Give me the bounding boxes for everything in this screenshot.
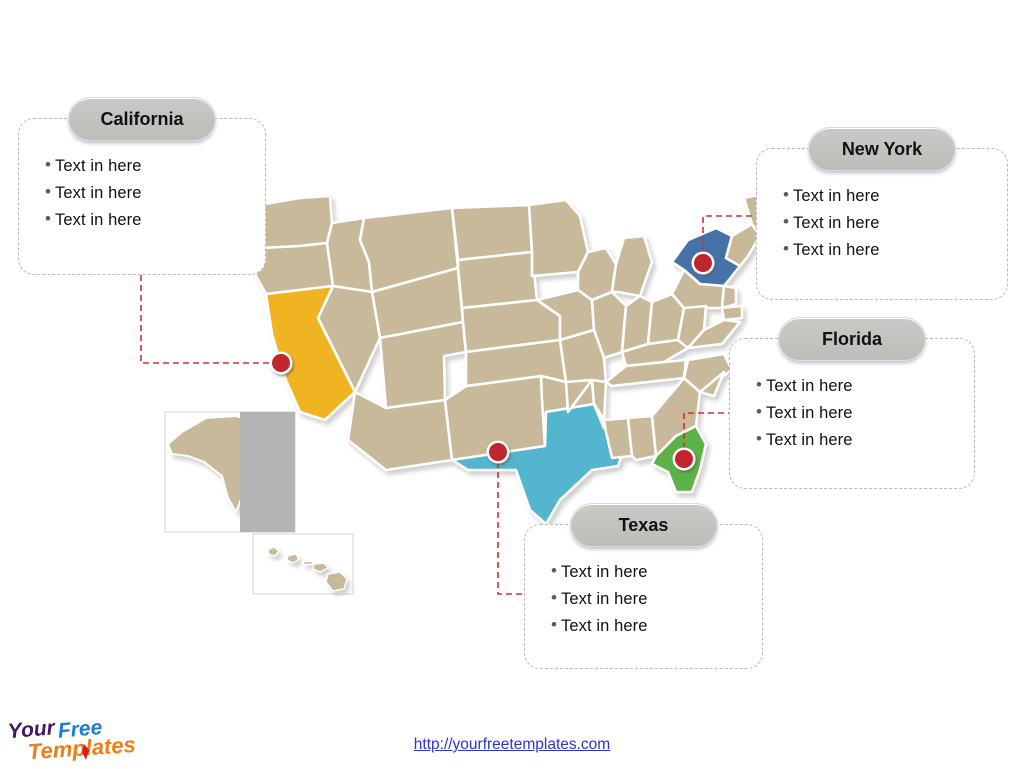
bullet-icon: •	[783, 212, 789, 231]
list-item[interactable]: • Text in here	[756, 375, 964, 404]
bullet-text: Text in here	[766, 377, 853, 395]
bullet-icon: •	[45, 182, 51, 201]
bullet-text: Text in here	[561, 617, 648, 635]
bullet-text: Text in here	[561, 590, 648, 608]
site-url-link[interactable]: http://yourfreetemplates.com	[0, 736, 1024, 754]
callout-body-florida: • Text in here • Text in here • Text in …	[756, 375, 964, 458]
bullet-text: Text in here	[766, 404, 853, 422]
alaska-gray-overlay	[240, 412, 295, 532]
bullet-icon: •	[45, 209, 51, 228]
list-item[interactable]: • Text in here	[551, 588, 752, 617]
marker-newyork[interactable]	[691, 251, 715, 275]
state-northdakota	[450, 203, 534, 262]
slide-canvas: California • Text in here • Text in here…	[0, 0, 1024, 768]
alaska-inset	[164, 411, 296, 533]
callout-new-york[interactable]: New York • Text in here • Text in here •…	[756, 127, 1008, 300]
marker-texas[interactable]	[486, 440, 510, 464]
bullet-text: Text in here	[55, 157, 142, 175]
callout-body-california: • Text in here • Text in here • Text in …	[45, 155, 255, 238]
callout-body-new-york: • Text in here • Text in here • Text in …	[783, 185, 997, 268]
callout-title-texas[interactable]: Texas	[569, 503, 718, 547]
bullet-icon: •	[756, 375, 762, 394]
bullet-text: Text in here	[55, 211, 142, 229]
list-item[interactable]: • Text in here	[45, 182, 255, 211]
list-item[interactable]: • Text in here	[551, 561, 752, 590]
bullet-icon: •	[45, 155, 51, 174]
bullet-icon: •	[756, 402, 762, 421]
list-item[interactable]: • Text in here	[783, 185, 997, 214]
state-tennessee	[604, 358, 688, 388]
bullet-icon: •	[551, 615, 557, 634]
hawaii-inset	[252, 533, 354, 595]
callout-title-new-york[interactable]: New York	[808, 127, 956, 171]
marker-california[interactable]	[269, 351, 293, 375]
state-michigan	[610, 234, 654, 298]
list-item[interactable]: • Text in here	[756, 429, 964, 458]
bullet-icon: •	[551, 561, 557, 580]
bullet-icon: •	[783, 239, 789, 258]
hawaii-molokai	[302, 560, 314, 566]
marker-florida[interactable]	[672, 447, 696, 471]
callout-body-texas: • Text in here • Text in here • Text in …	[551, 561, 752, 644]
list-item[interactable]: • Text in here	[551, 615, 752, 644]
bullet-text: Text in here	[793, 187, 880, 205]
bullet-icon: •	[551, 588, 557, 607]
list-item[interactable]: • Text in here	[756, 402, 964, 431]
callout-florida[interactable]: Florida • Text in here • Text in here • …	[729, 317, 975, 489]
list-item[interactable]: • Text in here	[45, 209, 255, 238]
list-item[interactable]: • Text in here	[783, 212, 997, 241]
state-southdakota	[456, 250, 539, 310]
callout-california[interactable]: California • Text in here • Text in here…	[18, 97, 266, 275]
bullet-icon: •	[783, 185, 789, 204]
bullet-text: Text in here	[55, 184, 142, 202]
connector-california	[140, 275, 281, 364]
bullet-text: Text in here	[793, 214, 880, 232]
list-item[interactable]: • Text in here	[45, 155, 255, 184]
bullet-text: Text in here	[793, 241, 880, 259]
callout-title-california[interactable]: California	[68, 97, 216, 141]
contiguous-states-group	[246, 192, 774, 526]
list-item[interactable]: • Text in here	[783, 239, 997, 268]
bullet-icon: •	[756, 429, 762, 448]
callout-title-florida[interactable]: Florida	[778, 317, 926, 361]
state-minnesota	[527, 198, 590, 278]
bullet-text: Text in here	[561, 563, 648, 581]
callout-texas[interactable]: Texas • Text in here • Text in here • Te…	[524, 503, 763, 669]
bullet-text: Text in here	[766, 431, 853, 449]
state-newjersey	[720, 284, 738, 310]
